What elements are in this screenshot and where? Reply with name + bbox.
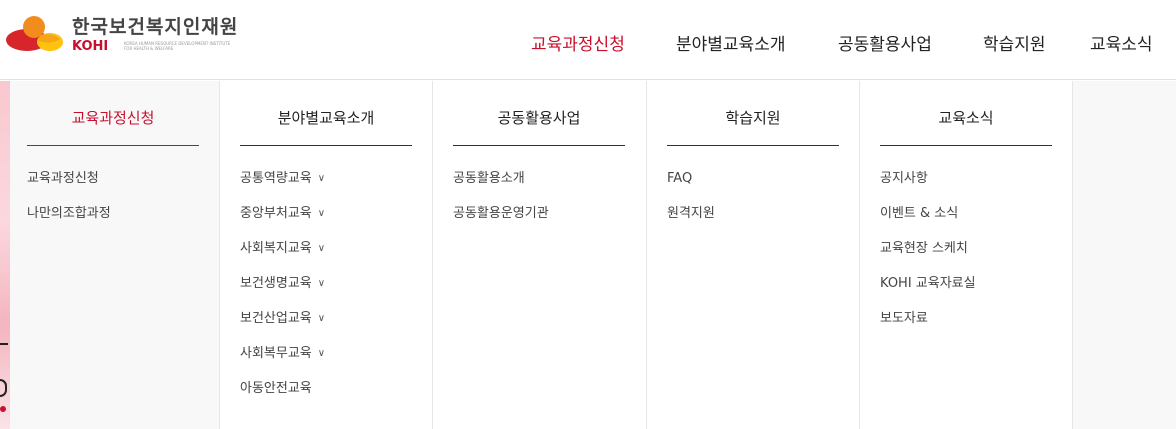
submenu-item[interactable]: 보건생명교육 ∨ xyxy=(240,274,325,309)
chevron-down-icon: ∨ xyxy=(317,313,326,324)
submenu-item[interactable]: 중앙부처교육 ∨ xyxy=(240,204,325,239)
submenu-item-label: 아동안전교육 xyxy=(240,381,312,396)
submenu-item[interactable]: 이벤트 & 소식 xyxy=(880,204,976,239)
submenu-item[interactable]: 원격지원 xyxy=(667,204,715,239)
chevron-down-icon: ∨ xyxy=(317,348,326,359)
submenu-item[interactable]: 공통역량교육 ∨ xyxy=(240,169,325,204)
submenu-apply: 교육과정신청 나만의조합과정 xyxy=(27,169,111,239)
gnb-item-field-intro[interactable]: 분야별교육소개 xyxy=(676,30,785,55)
submenu-item-label: 공통역량교육 xyxy=(240,171,312,186)
submenu-item[interactable]: 아동안전교육 xyxy=(240,379,325,414)
submenu-item[interactable]: 나만의조합과정 xyxy=(27,204,111,239)
column-underline xyxy=(880,145,1052,146)
column-title-learning-support[interactable]: 학습지원 xyxy=(667,107,839,128)
logo-tagline-line2: FOR HEALTH & WELFARE xyxy=(124,46,174,51)
column-title-field-intro[interactable]: 분야별교육소개 xyxy=(240,107,412,128)
submenu-item-label: 사회복지교육 xyxy=(240,241,312,256)
submenu-item[interactable]: 공동활용운영기관 xyxy=(453,204,549,239)
submenu-item[interactable]: FAQ xyxy=(667,169,715,204)
submenu-item[interactable]: 교육과정신청 xyxy=(27,169,111,204)
submenu-learning-support: FAQ 원격지원 xyxy=(667,169,715,239)
submenu-joint-use: 공동활용소개 공동활용운영기관 xyxy=(453,169,549,239)
submenu-item[interactable]: 교육현장 스케치 xyxy=(880,239,976,274)
site-header: 한국보건복지인재원 KOHI KOREA HUMAN RESOURCE DEVE… xyxy=(0,0,1176,80)
column-underline xyxy=(27,145,199,146)
submenu-item[interactable]: 사회복무교육 ∨ xyxy=(240,344,325,379)
mega-menu-content: 교육과정신청 교육과정신청 나만의조합과정 분야별교육소개 공통역량교육 ∨ 중앙… xyxy=(0,81,1176,429)
submenu-item[interactable]: 공지사항 xyxy=(880,169,976,204)
site-logo[interactable]: 한국보건복지인재원 KOHI KOREA HUMAN RESOURCE DEVE… xyxy=(6,12,246,56)
submenu-item[interactable]: 사회복지교육 ∨ xyxy=(240,239,325,274)
gnb-item-apply[interactable]: 교육과정신청 xyxy=(531,30,625,55)
submenu-item-label: 보건산업교육 xyxy=(240,311,312,326)
logo-tagline: KOREA HUMAN RESOURCE DEVELOPMENT INSTITU… xyxy=(124,41,244,51)
gnb-item-news[interactable]: 교육소식 xyxy=(1090,30,1153,55)
chevron-down-icon: ∨ xyxy=(317,173,326,184)
column-underline xyxy=(453,145,625,146)
logo-abbr: KOHI xyxy=(72,39,109,54)
submenu-item-label: 중앙부처교육 xyxy=(240,206,312,221)
submenu-item-label: 보건생명교육 xyxy=(240,276,312,291)
chevron-down-icon: ∨ xyxy=(317,208,326,219)
logo-name: 한국보건복지인재원 xyxy=(72,16,239,38)
gnb-item-learning-support[interactable]: 학습지원 xyxy=(983,30,1046,55)
submenu-item[interactable]: 공동활용소개 xyxy=(453,169,549,204)
column-underline xyxy=(667,145,839,146)
submenu-item[interactable]: 보도자료 xyxy=(880,309,976,344)
gnb-item-joint-use[interactable]: 공동활용사업 xyxy=(838,30,932,55)
kohi-logo-mark-icon xyxy=(6,16,63,51)
column-title-apply[interactable]: 교육과정신청 xyxy=(27,107,199,128)
submenu-news: 공지사항 이벤트 & 소식 교육현장 스케치 KOHI 교육자료실 보도자료 xyxy=(880,169,976,344)
column-title-joint-use[interactable]: 공동활용사업 xyxy=(453,107,625,128)
column-underline xyxy=(240,145,412,146)
submenu-item[interactable]: 보건산업교육 ∨ xyxy=(240,309,325,344)
chevron-down-icon: ∨ xyxy=(317,243,326,254)
submenu-item-label: 사회복무교육 xyxy=(240,346,312,361)
submenu-item[interactable]: KOHI 교육자료실 xyxy=(880,274,976,309)
submenu-field-intro: 공통역량교육 ∨ 중앙부처교육 ∨ 사회복지교육 ∨ 보건생명교육 ∨ 보건산업교육 ∨ … xyxy=(240,169,325,414)
chevron-down-icon: ∨ xyxy=(317,278,326,289)
column-title-news[interactable]: 교육소식 xyxy=(880,107,1052,128)
